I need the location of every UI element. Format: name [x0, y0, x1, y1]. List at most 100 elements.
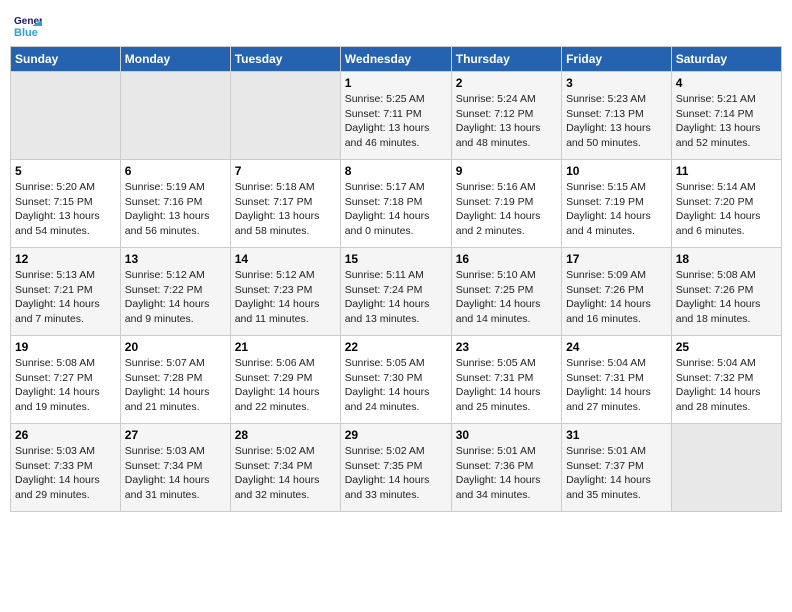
weekday-header-thursday: Thursday	[451, 47, 561, 72]
calendar-cell: 7Sunrise: 5:18 AMSunset: 7:17 PMDaylight…	[230, 160, 340, 248]
weekday-header-tuesday: Tuesday	[230, 47, 340, 72]
day-number: 3	[566, 76, 667, 90]
day-number: 11	[676, 164, 777, 178]
day-info: Sunrise: 5:03 AMSunset: 7:34 PMDaylight:…	[125, 444, 226, 503]
day-number: 5	[15, 164, 116, 178]
day-number: 9	[456, 164, 557, 178]
calendar-cell: 13 Sunrise: 5:12 AMSunset: 7:22 PMDayligh…	[120, 248, 230, 336]
calendar-cell: 9 Sunrise: 5:16 AMSunset: 7:19 PMDaylight…	[451, 160, 561, 248]
day-info: Sunrise: 5:12 AMSunset: 7:22 PMDaylight:…	[125, 268, 226, 327]
calendar-cell: 5 Sunrise: 5:20 AMSunset: 7:15 PMDaylight…	[11, 160, 121, 248]
calendar-cell: 17 Sunrise: 5:09 AMSunset: 7:26 PMDayligh…	[562, 248, 672, 336]
day-number: 6	[125, 164, 226, 178]
day-info: Sunrise: 5:19 AMSunset: 7:16 PMDaylight:…	[125, 180, 226, 239]
calendar-cell: 16 Sunrise: 5:10 AMSunset: 7:25 PMDayligh…	[451, 248, 561, 336]
day-number: 17	[566, 252, 667, 266]
day-info: Sunrise: 5:25 AMSunset: 7:11 PMDaylight:…	[345, 92, 447, 151]
day-number: 27	[125, 428, 226, 442]
day-number: 12	[15, 252, 116, 266]
day-number: 10	[566, 164, 667, 178]
calendar-cell: 10 Sunrise: 5:15 AMSunset: 7:19 PMDayligh…	[562, 160, 672, 248]
day-info: Sunrise: 5:04 AMSunset: 7:32 PMDaylight:…	[676, 356, 777, 415]
calendar-week-row: 1 Sunrise: 5:25 AMSunset: 7:11 PMDaylight…	[11, 72, 782, 160]
day-number: 1	[345, 76, 447, 90]
day-info: Sunrise: 5:13 AMSunset: 7:21 PMDaylight:…	[15, 268, 116, 327]
day-number: 16	[456, 252, 557, 266]
day-info: Sunrise: 5:03 AMSunset: 7:33 PMDaylight:…	[15, 444, 116, 503]
calendar-cell: 8 Sunrise: 5:17 AMSunset: 7:18 PMDaylight…	[340, 160, 451, 248]
calendar-cell	[230, 72, 340, 160]
day-number: 22	[345, 340, 447, 354]
day-info: Sunrise: 5:09 AMSunset: 7:26 PMDaylight:…	[566, 268, 667, 327]
day-number: 28	[235, 428, 336, 442]
day-info: Sunrise: 5:05 AMSunset: 7:30 PMDaylight:…	[345, 356, 447, 415]
calendar-cell: 23 Sunrise: 5:05 AMSunset: 7:31 PMDayligh…	[451, 336, 561, 424]
calendar-cell: 27 Sunrise: 5:03 AMSunset: 7:34 PMDayligh…	[120, 424, 230, 512]
day-info: Sunrise: 5:08 AMSunset: 7:26 PMDaylight:…	[676, 268, 777, 327]
calendar-cell: 22 Sunrise: 5:05 AMSunset: 7:30 PMDayligh…	[340, 336, 451, 424]
day-info: Sunrise: 5:11 AMSunset: 7:24 PMDaylight:…	[345, 268, 447, 327]
calendar-cell: 29 Sunrise: 5:02 AMSunset: 7:35 PMDayligh…	[340, 424, 451, 512]
day-number: 8	[345, 164, 447, 178]
calendar-cell: 21 Sunrise: 5:06 AMSunset: 7:29 PMDayligh…	[230, 336, 340, 424]
calendar-week-row: 26 Sunrise: 5:03 AMSunset: 7:33 PMDayligh…	[11, 424, 782, 512]
day-number: 18	[676, 252, 777, 266]
calendar-cell: 6 Sunrise: 5:19 AMSunset: 7:16 PMDaylight…	[120, 160, 230, 248]
day-number: 21	[235, 340, 336, 354]
calendar-cell	[671, 424, 781, 512]
day-info: Sunrise: 5:14 AMSunset: 7:20 PMDaylight:…	[676, 180, 777, 239]
day-info: Sunrise: 5:15 AMSunset: 7:19 PMDaylight:…	[566, 180, 667, 239]
day-info: Sunrise: 5:21 AMSunset: 7:14 PMDaylight:…	[676, 92, 777, 151]
weekday-header-friday: Friday	[562, 47, 672, 72]
weekday-header-row: SundayMondayTuesdayWednesdayThursdayFrid…	[11, 47, 782, 72]
calendar-cell: 18 Sunrise: 5:08 AMSunset: 7:26 PMDayligh…	[671, 248, 781, 336]
calendar-cell: 15Sunrise: 5:11 AMSunset: 7:24 PMDayligh…	[340, 248, 451, 336]
day-info: Sunrise: 5:06 AMSunset: 7:29 PMDaylight:…	[235, 356, 336, 415]
weekday-header-sunday: Sunday	[11, 47, 121, 72]
day-number: 13	[125, 252, 226, 266]
day-info: Sunrise: 5:01 AMSunset: 7:37 PMDaylight:…	[566, 444, 667, 503]
day-number: 23	[456, 340, 557, 354]
day-number: 26	[15, 428, 116, 442]
day-info: Sunrise: 5:04 AMSunset: 7:31 PMDaylight:…	[566, 356, 667, 415]
calendar-cell	[11, 72, 121, 160]
calendar-cell: 30Sunrise: 5:01 AMSunset: 7:36 PMDayligh…	[451, 424, 561, 512]
day-info: Sunrise: 5:24 AMSunset: 7:12 PMDaylight:…	[456, 92, 557, 151]
calendar-cell: 4 Sunrise: 5:21 AMSunset: 7:14 PMDaylight…	[671, 72, 781, 160]
day-info: Sunrise: 5:20 AMSunset: 7:15 PMDaylight:…	[15, 180, 116, 239]
weekday-header-saturday: Saturday	[671, 47, 781, 72]
day-number: 29	[345, 428, 447, 442]
day-info: Sunrise: 5:23 AMSunset: 7:13 PMDaylight:…	[566, 92, 667, 151]
day-number: 4	[676, 76, 777, 90]
calendar-cell: 28Sunrise: 5:02 AMSunset: 7:34 PMDayligh…	[230, 424, 340, 512]
calendar-cell: 19Sunrise: 5:08 AMSunset: 7:27 PMDayligh…	[11, 336, 121, 424]
day-info: Sunrise: 5:07 AMSunset: 7:28 PMDaylight:…	[125, 356, 226, 415]
day-info: Sunrise: 5:05 AMSunset: 7:31 PMDaylight:…	[456, 356, 557, 415]
day-info: Sunrise: 5:17 AMSunset: 7:18 PMDaylight:…	[345, 180, 447, 239]
day-number: 25	[676, 340, 777, 354]
calendar-cell	[120, 72, 230, 160]
calendar-cell: 1 Sunrise: 5:25 AMSunset: 7:11 PMDaylight…	[340, 72, 451, 160]
logo: General Blue	[14, 10, 46, 38]
calendar-cell: 26 Sunrise: 5:03 AMSunset: 7:33 PMDayligh…	[11, 424, 121, 512]
day-number: 19	[15, 340, 116, 354]
calendar-week-row: 5 Sunrise: 5:20 AMSunset: 7:15 PMDaylight…	[11, 160, 782, 248]
day-info: Sunrise: 5:16 AMSunset: 7:19 PMDaylight:…	[456, 180, 557, 239]
day-number: 31	[566, 428, 667, 442]
calendar-table: SundayMondayTuesdayWednesdayThursdayFrid…	[10, 46, 782, 512]
weekday-header-wednesday: Wednesday	[340, 47, 451, 72]
day-info: Sunrise: 5:01 AMSunset: 7:36 PMDaylight:…	[456, 444, 557, 503]
weekday-header-monday: Monday	[120, 47, 230, 72]
day-number: 14	[235, 252, 336, 266]
day-info: Sunrise: 5:10 AMSunset: 7:25 PMDaylight:…	[456, 268, 557, 327]
day-number: 2	[456, 76, 557, 90]
calendar-cell: 25 Sunrise: 5:04 AMSunset: 7:32 PMDayligh…	[671, 336, 781, 424]
calendar-week-row: 19Sunrise: 5:08 AMSunset: 7:27 PMDayligh…	[11, 336, 782, 424]
calendar-cell: 11 Sunrise: 5:14 AMSunset: 7:20 PMDayligh…	[671, 160, 781, 248]
calendar-cell: 24Sunrise: 5:04 AMSunset: 7:31 PMDayligh…	[562, 336, 672, 424]
calendar-cell: 14 Sunrise: 5:12 AMSunset: 7:23 PMDayligh…	[230, 248, 340, 336]
day-info: Sunrise: 5:02 AMSunset: 7:35 PMDaylight:…	[345, 444, 447, 503]
day-info: Sunrise: 5:12 AMSunset: 7:23 PMDaylight:…	[235, 268, 336, 327]
calendar-cell: 3 Sunrise: 5:23 AMSunset: 7:13 PMDaylight…	[562, 72, 672, 160]
calendar-week-row: 12 Sunrise: 5:13 AMSunset: 7:21 PMDayligh…	[11, 248, 782, 336]
